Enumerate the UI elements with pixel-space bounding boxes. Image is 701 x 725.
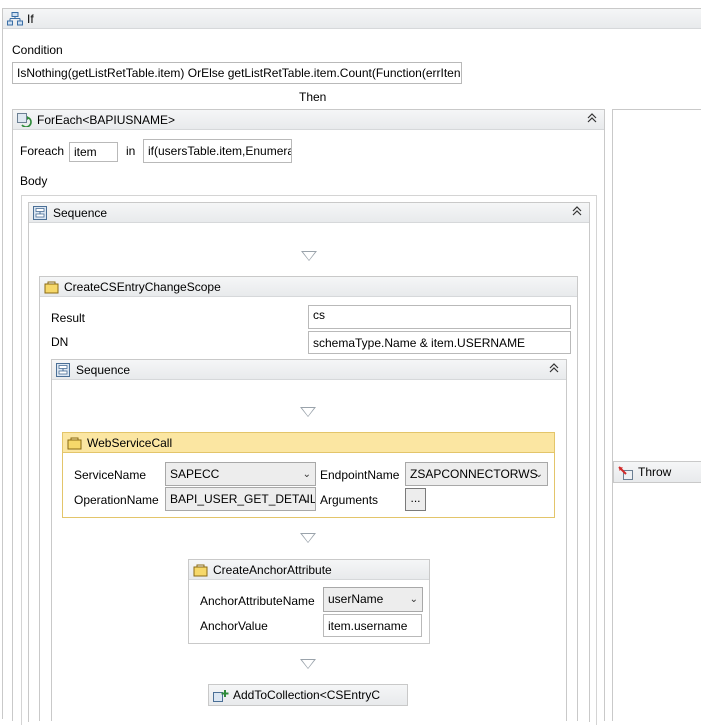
drop-arrow-icon [300, 659, 316, 669]
service-name-label: ServiceName [74, 468, 147, 482]
add-to-collection-activity[interactable]: AddToCollection<CSEntryC [208, 684, 408, 706]
sequence-icon [56, 363, 70, 377]
dn-input[interactable]: schemaType.Name & item.USERNAME [308, 331, 571, 354]
chevron-down-icon: ⌄ [409, 594, 418, 605]
throw-icon [618, 465, 633, 480]
condition-label: Condition [12, 43, 63, 57]
add-collection-icon [213, 689, 229, 702]
endpoint-name-value: ZSAPCONNECTORWS [410, 467, 538, 481]
in-label: in [126, 144, 136, 158]
drop-arrow-icon [300, 407, 316, 417]
anchor-attr-name-value: userName [328, 592, 384, 606]
foreach-collection-input[interactable]: if(usersTable.item,Enumera [143, 139, 292, 163]
activity-icon [193, 563, 208, 577]
endpoint-name-label: EndpointName [320, 468, 400, 482]
foreach-label: Foreach [20, 144, 65, 158]
anchor-attr-name-select[interactable]: userName ⌄ [323, 587, 423, 612]
result-input[interactable]: cs [308, 305, 571, 329]
sequence-inner-header[interactable]: Sequence [52, 360, 566, 380]
chevron-down-icon: ⌄ [302, 494, 311, 505]
drop-arrow-icon [300, 533, 316, 543]
chevron-down-icon: ⌄ [302, 469, 311, 480]
operation-name-value: BAPI_USER_GET_DETAIL [170, 492, 316, 506]
collapse-icon[interactable] [548, 362, 560, 377]
endpoint-name-select[interactable]: ZSAPCONNECTORWS ⌄ [405, 462, 548, 486]
then-label: Then [299, 90, 327, 104]
foreach-title: ForEach<BAPIUSNAME> [37, 112, 176, 127]
throw-activity[interactable]: Throw [613, 461, 701, 483]
activity-icon [44, 280, 59, 294]
create-cs-entry-header[interactable]: CreateCSEntryChangeScope [40, 277, 577, 297]
arguments-button[interactable]: ... [405, 488, 426, 511]
sequence-inner-title: Sequence [76, 362, 131, 377]
sequence-icon [33, 206, 47, 220]
dn-label: DN [51, 335, 69, 349]
create-anchor-header[interactable]: CreateAnchorAttribute [189, 560, 429, 580]
if-icon [7, 12, 23, 26]
sequence-outer-title: Sequence [53, 205, 108, 220]
create-anchor-title: CreateAnchorAttribute [213, 562, 332, 577]
else-branch [612, 109, 701, 721]
anchor-value-input[interactable]: item.username [323, 614, 422, 637]
activity-icon [67, 436, 82, 450]
add-to-collection-title: AddToCollection<CSEntryC [233, 688, 381, 702]
arguments-label: Arguments [320, 493, 379, 507]
foreach-header[interactable]: ForEach<BAPIUSNAME> [13, 110, 604, 130]
operation-name-select[interactable]: BAPI_USER_GET_DETAIL ⌄ [165, 487, 316, 511]
throw-title: Throw [638, 465, 672, 479]
if-header[interactable]: If [3, 9, 701, 29]
service-name-value: SAPECC [170, 467, 220, 481]
body-label: Body [20, 174, 48, 188]
anchor-attr-name-label: AnchorAttributeName [200, 594, 315, 608]
anchor-value-label: AnchorValue [200, 619, 268, 633]
operation-name-label: OperationName [74, 493, 159, 507]
result-label: Result [51, 311, 86, 325]
service-name-select[interactable]: SAPECC ⌄ [165, 462, 316, 486]
condition-input[interactable]: IsNothing(getListRetTable.item) OrElse g… [12, 62, 462, 84]
if-title: If [27, 11, 34, 26]
sequence-outer-header[interactable]: Sequence [29, 203, 589, 223]
web-service-call-header[interactable]: WebServiceCall [63, 433, 554, 453]
foreach-item-input[interactable]: item [69, 142, 118, 162]
foreach-icon [17, 113, 32, 128]
create-cs-entry-title: CreateCSEntryChangeScope [64, 279, 221, 294]
collapse-icon[interactable] [571, 205, 583, 220]
drop-arrow-icon [301, 251, 317, 261]
chevron-down-icon: ⌄ [534, 469, 543, 480]
collapse-icon[interactable] [586, 112, 598, 127]
web-service-call-title: WebServiceCall [87, 435, 173, 450]
